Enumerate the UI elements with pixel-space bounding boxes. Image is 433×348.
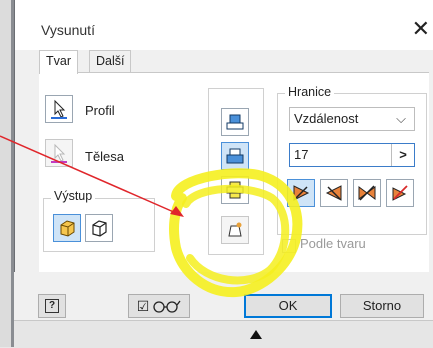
match-shape-checkbox[interactable] (282, 239, 296, 253)
tab-shape[interactable]: Tvar (39, 50, 78, 74)
profile-select-button[interactable] (45, 95, 73, 123)
bounds-type-select[interactable]: Vzdálenost ⌵ (289, 107, 415, 131)
extrude-flipped-icon (226, 148, 244, 164)
direction-symmetric-button[interactable] (221, 176, 249, 204)
bounds-type-value: Vzdálenost (294, 111, 359, 126)
direction-default-button[interactable] (221, 108, 249, 136)
bodies-label: Tělesa (85, 149, 125, 164)
direction-asymmetric-button[interactable] (221, 216, 249, 244)
extrude-taper-icon (228, 222, 242, 237)
bound-asymmetric-button[interactable] (386, 179, 414, 207)
solid-cube-icon (60, 220, 75, 237)
profile-label: Profil (85, 103, 115, 118)
match-shape-label: Podle tvaru (300, 236, 366, 251)
help-icon: ? (45, 299, 59, 313)
bound-direction-icon (325, 185, 342, 201)
frame-edge (0, 0, 14, 347)
bound-asymmetric-icon (392, 185, 408, 201)
cursor-select-icon (51, 99, 67, 119)
shape-panel: Profil Tělesa Výstup Hranice Vzdálenost … (39, 72, 429, 273)
close-button[interactable]: ✕ (412, 16, 430, 42)
extrude-symmetric-icon (226, 181, 244, 199)
cancel-button[interactable]: Storno (340, 294, 424, 318)
cursor-select-icon (51, 143, 67, 163)
tab-more[interactable]: Další (89, 50, 132, 72)
output-solid-button[interactable] (53, 214, 81, 242)
dialog-title: Vysunutí (41, 22, 95, 38)
bound-direction-icon (293, 185, 310, 201)
bodies-select-button[interactable] (45, 139, 73, 167)
help-button[interactable]: ? (38, 294, 66, 318)
output-surface-button[interactable] (85, 214, 113, 242)
title-bar: Vysunutí ✕ (15, 0, 433, 50)
distance-input[interactable]: 17 > (289, 143, 415, 167)
direction-flipped-button[interactable] (221, 142, 249, 170)
ok-button[interactable]: OK (244, 294, 332, 318)
dialog-expander-bar[interactable] (14, 320, 433, 348)
bound-direction-2-button[interactable] (320, 179, 348, 207)
checkbox-checked-icon: ☑ (136, 297, 150, 314)
surface-cube-icon (92, 220, 107, 237)
output-label: Výstup (51, 189, 96, 203)
bound-symmetric-icon (358, 185, 376, 201)
glasses-icon (153, 300, 181, 313)
chevron-down-icon: ⌵ (396, 111, 406, 126)
bounds-label: Hranice (285, 85, 335, 99)
expand-triangle-icon (250, 330, 262, 339)
bound-symmetric-button[interactable] (353, 179, 381, 207)
distance-arrow-button[interactable]: > (391, 144, 414, 166)
bottom-button-row: ? ☑ OK Storno (14, 272, 433, 320)
bound-direction-1-button[interactable] (287, 179, 315, 207)
preview-toggle-button[interactable]: ☑ (128, 294, 190, 318)
extrude-direction-icon (226, 114, 244, 130)
distance-value: 17 (294, 147, 309, 162)
